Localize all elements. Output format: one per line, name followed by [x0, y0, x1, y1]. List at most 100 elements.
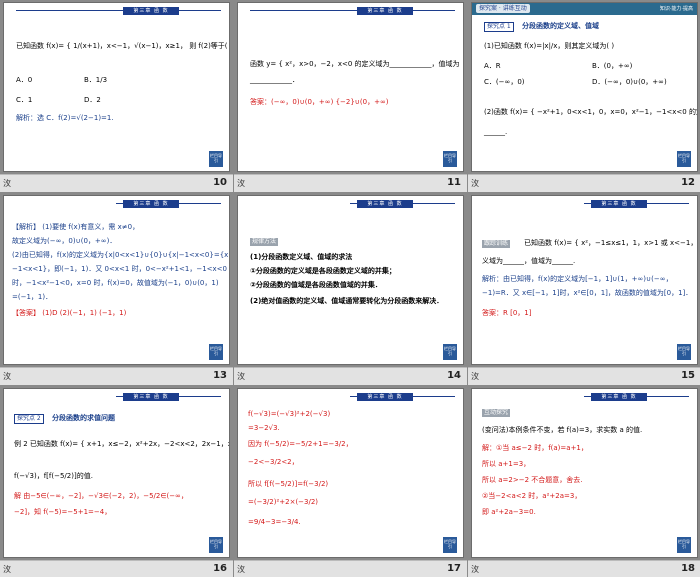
slide-thumbnail-grid: 第三章 函 数 已知函数 f(x)= { 1/(x+1)，x<−1，√(x−1)… [0, 0, 700, 577]
slide-thumbnail[interactable]: 第三章 函 数 f(−√3)=(−√3)²+2(−√3) =3−2√3. 因为 … [234, 386, 467, 577]
nav-guide-icon[interactable]: 栏目导引 [209, 151, 223, 167]
method-line: ②分段函数的值域是各段函数值域的并集． [250, 281, 382, 289]
section-tag: 探究点 2 [14, 414, 44, 424]
slide-canvas: 探究案 · 讲练互动 知识·能力·提高 探究点 1 分段函数的定义域、值域 (1… [471, 2, 698, 172]
nav-guide-icon[interactable]: 栏目导引 [443, 151, 457, 167]
slide-mark-icon: 㳊 [237, 565, 245, 574]
thumbnail-strip: 㳊 15 [468, 367, 700, 385]
section-title: 分段函数的求值问题 [51, 414, 115, 422]
solution-step: =9/4−3=−3/4. [248, 518, 301, 526]
method-tag-wrap: 规律方法 [250, 236, 279, 247]
solution-text: −1)=R．又 x∈[−1，1]时，x²∈[0，1]，故函数的值域为[0，1]． [482, 289, 693, 297]
header-right-label: 知识·能力·提高 [659, 6, 693, 12]
chapter-label: 第三章 函 数 [123, 393, 179, 401]
slide-thumbnail[interactable]: 第三章 函 数 已知函数 f(x)= { 1/(x+1)，x<−1，√(x−1)… [0, 0, 233, 192]
chapter-label: 第三章 函 数 [357, 200, 413, 208]
section-heading: 探究点 2 分段函数的求值问题 [14, 413, 115, 424]
thumbnail-strip: 㳊 13 [0, 367, 233, 385]
option-b: B．(0，+∞) [592, 62, 633, 70]
slide-thumbnail[interactable]: 第三章 函 数 函数 y= { x²，x>0，−2，x<0 的定义域为_____… [234, 0, 467, 192]
analysis-line: −1<x<1}，即(−1，1)．又 0<x<1 时，0<−x²+1<1，−1<x… [12, 265, 227, 273]
nav-guide-icon[interactable]: 栏目导引 [677, 344, 691, 360]
slide-number: 14 [447, 370, 461, 381]
slide-thumbnail[interactable]: 第三章 函 数 互动探究 (变问法)本例条件不变，若 f(a)=3，求实数 a … [468, 386, 700, 577]
answer-text: 【答案】 (1)D (2)(−1，1) (−1，1) [12, 309, 127, 317]
slide-number: 15 [681, 370, 695, 381]
analysis-line: =(−1，1)． [12, 293, 53, 301]
analysis-line: (2)由已知得，f(x)的定义域为{x|0<x<1}∪{0}∪{x|−1<x<0… [12, 251, 230, 259]
thumbnail-strip: 㳊 18 [468, 560, 700, 577]
solution-step: 所以 a+1=3， [482, 460, 531, 468]
option-d: D．2 [84, 96, 101, 104]
chapter-label: 第三章 函 数 [591, 393, 647, 401]
solution-step: 所以 a=2>−2 不合题意，舍去. [482, 476, 583, 484]
chapter-label: 第三章 函 数 [123, 7, 179, 15]
slide-thumbnail[interactable]: 第三章 函 数 规律方法 (1)分段函数定义域、值域的求法 ①分段函数的定义域是… [234, 193, 467, 385]
thumbnail-strip: 㳊 10 [0, 174, 233, 192]
solution-step: −2<−3/2<2， [248, 458, 299, 466]
slide-mark-icon: 㳊 [237, 179, 245, 188]
answer-text: 答案：R [0，1] [482, 309, 532, 317]
nav-guide-icon[interactable]: 栏目导引 [209, 537, 223, 553]
analysis-line: 故定义域为(−∞，0)∪(0，+∞)． [12, 237, 117, 245]
question-text-cont: ____________． [250, 76, 299, 84]
solution-step: ②当−2<a<2 时，a²+2a=3， [482, 492, 582, 500]
option-c: C．1 [16, 96, 33, 104]
solution-step: 解：①当 a≤−2 时，f(a)=a+1， [482, 444, 588, 452]
method-tag: 规律方法 [250, 238, 279, 246]
header-title: 探究案 · 讲练互动 [476, 4, 530, 13]
nav-guide-icon[interactable]: 栏目导引 [209, 344, 223, 360]
slide-thumbnail[interactable]: 探究案 · 讲练互动 知识·能力·提高 探究点 1 分段函数的定义域、值域 (1… [468, 0, 700, 192]
solution-text: 解析：由已知得，f(x)的定义域为[−1，1]∪(1，+∞)∪(−∞， [482, 275, 673, 283]
question-text: 函数 y= { x²，x>0，−2，x<0 的定义域为____________，… [250, 60, 460, 68]
slide-canvas: 第三章 函 数 规律方法 (1)分段函数定义域、值域的求法 ①分段函数的定义域是… [237, 195, 464, 365]
thumbnail-strip: 㳊 16 [0, 560, 233, 577]
slide-number: 13 [213, 370, 227, 381]
method-line: ①分段函数的定义域是各段函数定义域的并集； [250, 267, 396, 275]
solution-step: f(−√3)=(−√3)²+2(−√3) [248, 410, 331, 418]
question-text-cont: ______. [484, 128, 508, 136]
option-a: A．0 [16, 76, 33, 84]
nav-guide-icon[interactable]: 栏目导引 [443, 537, 457, 553]
nav-guide-icon[interactable]: 栏目导引 [443, 344, 457, 360]
slide-mark-icon: 㳊 [3, 565, 11, 574]
slide-canvas: 第三章 函 数 互动探究 (变问法)本例条件不变，若 f(a)=3，求实数 a … [471, 388, 698, 558]
slide-number: 17 [447, 563, 461, 574]
slide-canvas: 第三章 函 数 【解析】 (1)要使 f(x)有意义，需 x≠0， 故定义域为(… [3, 195, 230, 365]
slide-canvas: 第三章 函 数 函数 y= { x²，x>0，−2，x<0 的定义域为_____… [237, 2, 464, 172]
slide-canvas: 第三章 函 数 f(−√3)=(−√3)²+2(−√3) =3−2√3. 因为 … [237, 388, 464, 558]
nav-guide-icon[interactable]: 栏目导引 [677, 151, 691, 167]
answer-text: 答案：(−∞，0)∪(0，+∞) {−2}∪(0，+∞) [250, 98, 389, 106]
question-text: (2)函数 f(x)= { −x²+1，0<x<1，0，x=0，x²−1，−1<… [484, 108, 697, 116]
solution-step: =(−3/2)²+2×(−3/2) [248, 498, 319, 506]
option-d: D．(−∞，0)∪(0，+∞) [592, 78, 667, 86]
chapter-label: 第三章 函 数 [357, 7, 413, 15]
question-text: (变问法)本例条件不变，若 f(a)=3，求实数 a 的值. [482, 426, 643, 434]
slide-canvas: 第三章 函 数 探究点 2 分段函数的求值问题 例 2 已知函数 f(x)= {… [3, 388, 230, 558]
solution-step: 即 a²+2a−3=0. [482, 508, 536, 516]
method-line: (2)绝对值函数的定义域、值域通常要转化为分段函数来解决． [250, 297, 444, 305]
chapter-label: 第三章 函 数 [591, 200, 647, 208]
section-heading: 探究点 1 分段函数的定义域、值域 [484, 21, 599, 32]
slide-mark-icon: 㳊 [471, 372, 479, 381]
option-b: B．1/3 [84, 76, 108, 84]
analysis-line: 时，−1<x²−1<0，x=0 时，f(x)=0，故值域为(−1，0)∪(0，1… [12, 279, 219, 287]
slide-number: 18 [681, 563, 695, 574]
slide-thumbnail[interactable]: 第三章 函 数 【解析】 (1)要使 f(x)有意义，需 x≠0， 故定义域为(… [0, 193, 233, 385]
section-tag: 探究点 1 [484, 22, 514, 32]
thumbnail-strip: 㳊 12 [468, 174, 700, 192]
slide-thumbnail[interactable]: 第三章 函 数 跟踪训练 已知函数 f(x)= { x²，−1≤x≤1，1，x>… [468, 193, 700, 385]
explore-tag: 互动探究 [482, 409, 511, 417]
divider [16, 10, 221, 11]
option-c: C．(−∞，0) [484, 78, 525, 86]
chapter-label: 第三章 函 数 [357, 393, 413, 401]
training-tag: 跟踪训练 [482, 240, 511, 248]
slide-number: 12 [681, 177, 695, 188]
explore-tag-wrap: 互动探究 [482, 407, 511, 418]
section-title: 分段函数的定义域、值域 [521, 22, 599, 30]
slide-mark-icon: 㳊 [237, 372, 245, 381]
solution-text: 解 由−5∈(−∞，−2]，−√3∈(−2，2)，−5/2∈(−∞， [14, 492, 188, 500]
nav-guide-icon[interactable]: 栏目导引 [677, 537, 691, 553]
slide-thumbnail[interactable]: 第三章 函 数 探究点 2 分段函数的求值问题 例 2 已知函数 f(x)= {… [0, 386, 233, 577]
solution-step: 因为 f(−5/2)=−5/2+1=−3/2， [248, 440, 353, 448]
